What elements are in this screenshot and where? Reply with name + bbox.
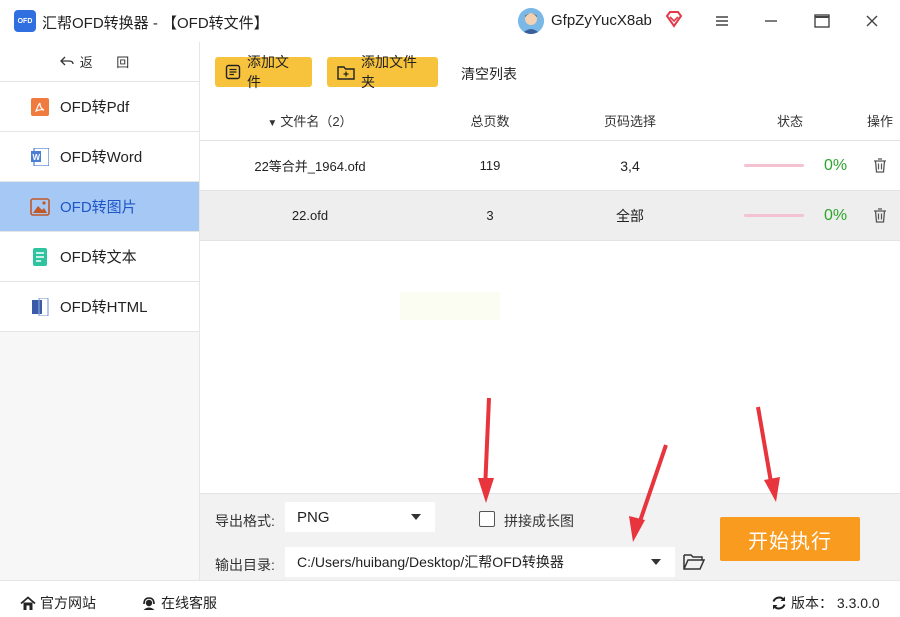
page-count: 119 xyxy=(479,158,501,173)
minimize-icon[interactable] xyxy=(758,8,784,34)
output-dir-select[interactable]: C:/Users/huibang/Desktop/汇帮OFD转换器 xyxy=(285,547,675,577)
sidebar-item-ofd-to-image[interactable]: OFD转图片 xyxy=(0,182,199,232)
back-label: 返 回 xyxy=(79,55,140,70)
table-header: ▼ 文件名（2） 总页数 页码选择 状态 操作 xyxy=(200,100,900,141)
open-folder-icon[interactable] xyxy=(683,553,706,571)
sidebar: 返 回 OFD转Pdf W OFD转Word OFD转图片 OFD转文本 OFD… xyxy=(0,42,200,580)
header-range: 页码选择 xyxy=(603,113,656,129)
version-info[interactable]: 版本： 3.3.0.0 xyxy=(771,593,880,613)
back-button[interactable]: 返 回 xyxy=(0,42,199,82)
header-pages: 总页数 xyxy=(470,113,510,129)
output-dir-value: C:/Users/huibang/Desktop/汇帮OFD转换器 xyxy=(297,554,564,570)
toolbar: 添加文件 添加文件夹 清空列表 xyxy=(200,42,900,100)
add-file-label: 添加文件 xyxy=(247,54,289,90)
page-count: 3 xyxy=(486,208,494,223)
website-link[interactable]: 官方网站 xyxy=(20,593,96,613)
progress-bar xyxy=(744,214,804,217)
output-dir-label: 输出目录: xyxy=(215,557,275,573)
sidebar-item-ofd-to-text[interactable]: OFD转文本 xyxy=(0,232,199,282)
close-icon[interactable] xyxy=(859,8,885,34)
delete-button[interactable] xyxy=(860,208,900,223)
sidebar-item-label: OFD转HTML xyxy=(60,299,148,316)
avatar[interactable] xyxy=(518,8,544,34)
status-cell: 0% xyxy=(700,207,860,225)
add-folder-icon xyxy=(337,64,355,80)
add-folder-button[interactable]: 添加文件夹 xyxy=(327,54,438,90)
sidebar-item-ofd-to-pdf[interactable]: OFD转Pdf xyxy=(0,82,199,132)
arrow-to-checkbox xyxy=(478,397,494,503)
home-icon xyxy=(20,595,36,611)
maximize-icon[interactable] xyxy=(809,8,835,34)
support-link[interactable]: 在线客服 xyxy=(141,593,217,613)
status-cell: 0% xyxy=(700,157,860,175)
merge-long-image-label[interactable]: 拼接成长图 xyxy=(504,511,574,531)
file-name: 22.ofd xyxy=(291,208,329,223)
sidebar-item-ofd-to-html[interactable]: OFD转HTML xyxy=(0,282,199,332)
format-label: 导出格式: xyxy=(215,513,275,529)
svg-text:W: W xyxy=(33,153,41,162)
progress-bar xyxy=(744,164,804,167)
app-window: OFD 汇帮OFD转换器 - 【OFD转文件】 GfpZyYucX8ab 返 回… xyxy=(0,0,900,617)
vip-diamond-icon[interactable] xyxy=(665,10,683,28)
version-label: 版本： 3.3.0.0 xyxy=(791,595,880,611)
format-select[interactable]: PNG xyxy=(285,502,435,532)
sidebar-item-label: OFD转图片 xyxy=(60,199,137,216)
start-button[interactable]: 开始执行 xyxy=(720,517,860,561)
sidebar-item-label: OFD转Pdf xyxy=(60,99,130,116)
pdf-icon xyxy=(30,97,50,117)
trash-icon xyxy=(874,158,886,173)
app-logo: OFD xyxy=(14,10,36,32)
website-label: 官方网站 xyxy=(40,595,96,611)
file-table: ▼ 文件名（2） 总页数 页码选择 状态 操作 22等合并_1964.ofd 11… xyxy=(200,100,900,241)
add-folder-label: 添加文件夹 xyxy=(361,54,417,90)
menu-icon[interactable] xyxy=(709,8,735,34)
file-name: 22等合并_1964.ofd xyxy=(254,159,366,174)
progress-percent: 0% xyxy=(824,156,848,174)
table-row[interactable]: 22.ofd 3 全部 0% xyxy=(200,191,900,241)
user-name[interactable]: GfpZyYucX8ab xyxy=(551,12,652,29)
clear-list-button[interactable]: 清空列表 xyxy=(461,64,517,84)
status-bar: 官方网站 在线客服 版本： 3.3.0.0 xyxy=(0,580,900,617)
chevron-down-icon xyxy=(411,514,421,520)
settings-panel: 导出格式: PNG 拼接成长图 输出目录: C:/Users/huibang/D… xyxy=(200,493,900,580)
sidebar-item-label: OFD转Word xyxy=(60,149,143,166)
progress-percent: 0% xyxy=(824,206,848,224)
refresh-icon xyxy=(771,595,787,611)
headset-icon xyxy=(141,596,157,611)
trash-icon xyxy=(874,208,886,223)
add-file-button[interactable]: 添加文件 xyxy=(215,54,312,90)
page-range-input[interactable]: 全部 xyxy=(560,206,700,226)
header-status: 状态 xyxy=(776,113,803,129)
support-label: 在线客服 xyxy=(161,595,217,611)
sidebar-item-ofd-to-word[interactable]: W OFD转Word xyxy=(0,132,199,182)
header-name[interactable]: ▼ 文件名（2） xyxy=(200,111,420,130)
chevron-down-icon xyxy=(651,559,661,565)
format-value: PNG xyxy=(297,508,330,526)
merge-long-image-checkbox[interactable] xyxy=(479,511,495,527)
app-title: 汇帮OFD转换器 - 【OFD转文件】 xyxy=(42,15,269,32)
image-icon xyxy=(30,197,50,217)
arrow-to-start xyxy=(756,406,780,502)
header-action: 操作 xyxy=(866,113,893,129)
text-file-icon xyxy=(30,247,50,267)
table-row[interactable]: 22等合并_1964.ofd 119 3,4 0% xyxy=(200,141,900,191)
back-arrow-icon xyxy=(59,54,74,70)
delete-button[interactable] xyxy=(860,158,900,173)
add-file-icon xyxy=(225,64,241,80)
word-icon: W xyxy=(30,147,50,167)
title-bar: OFD 汇帮OFD转换器 - 【OFD转文件】 GfpZyYucX8ab xyxy=(0,0,900,42)
html-icon xyxy=(30,297,50,317)
page-range-input[interactable]: 3,4 xyxy=(560,158,700,174)
sidebar-item-label: OFD转文本 xyxy=(60,249,137,266)
faint-overlay xyxy=(400,292,500,320)
sort-down-icon: ▼ xyxy=(267,117,278,129)
